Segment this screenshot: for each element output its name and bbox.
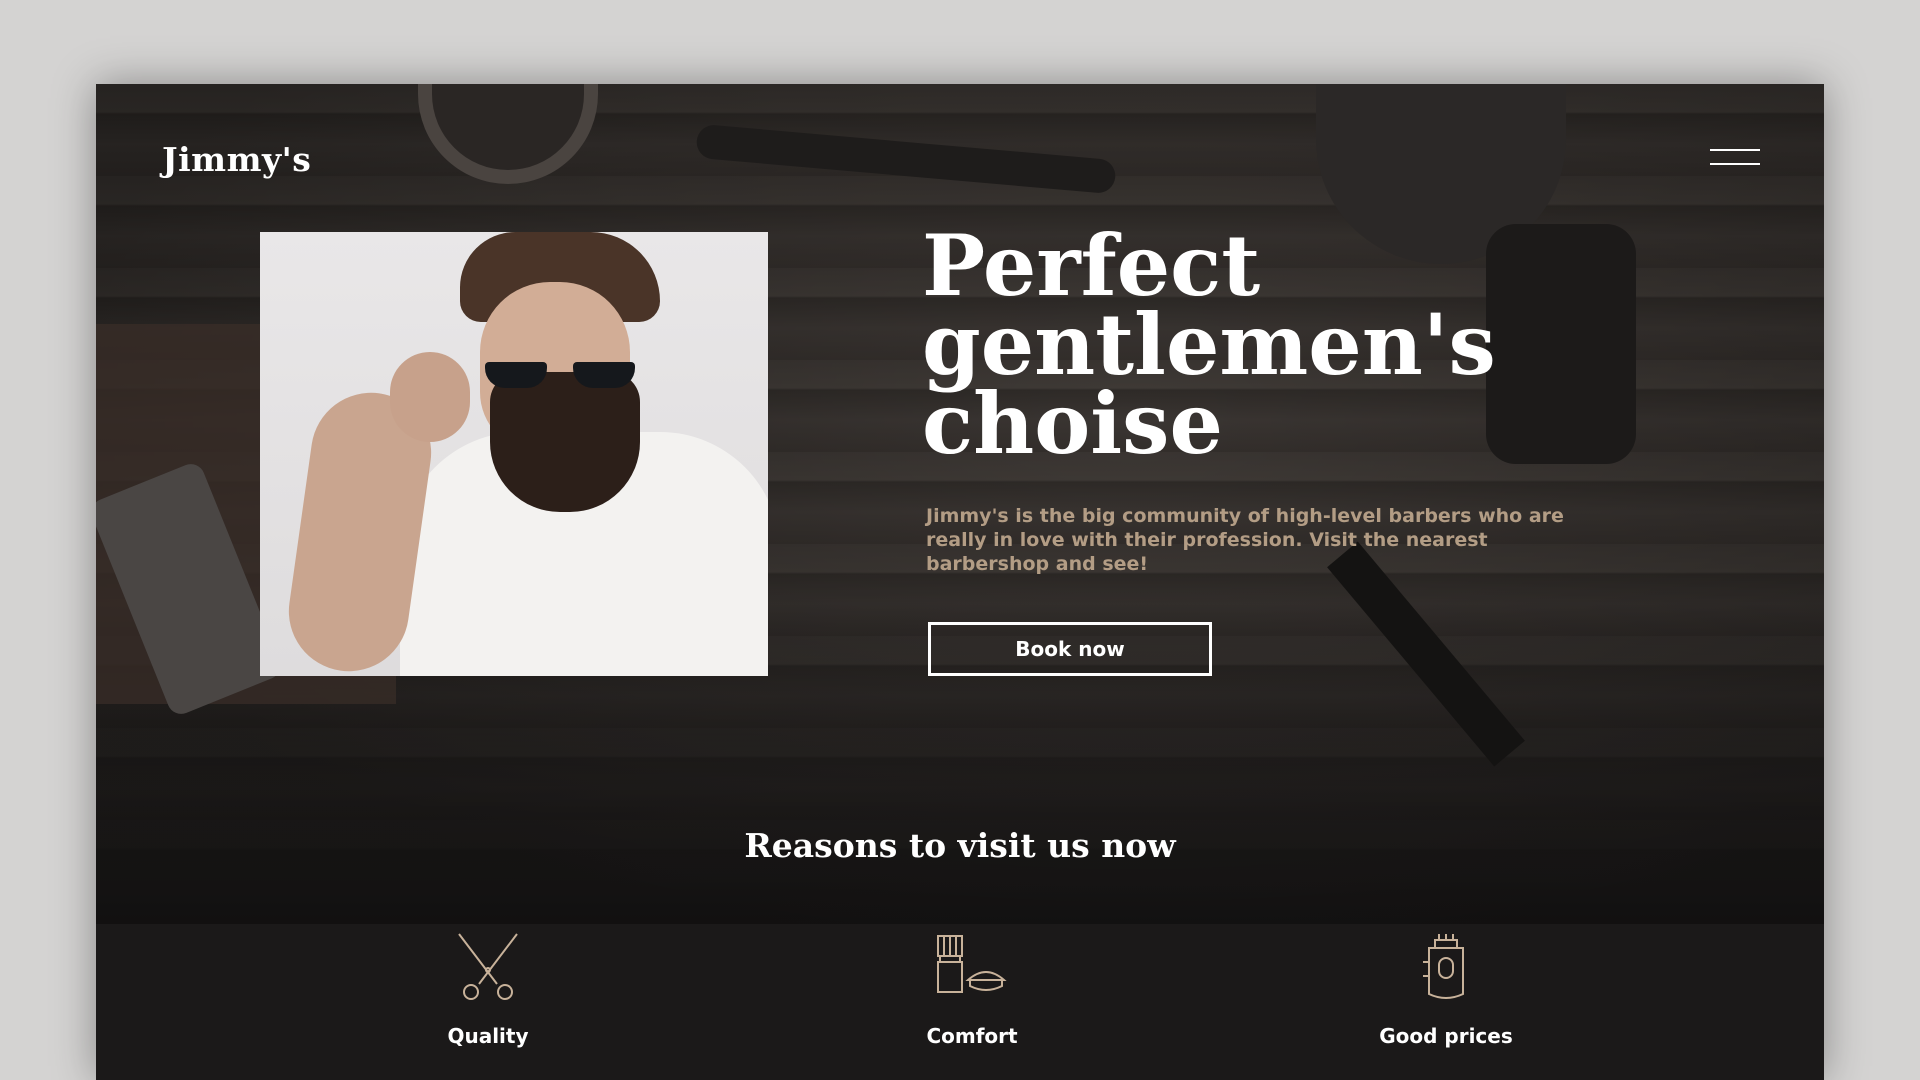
photo-sunglasses <box>485 362 635 388</box>
hamburger-menu-icon[interactable] <box>1710 146 1760 168</box>
feature-quality: Quality <box>368 932 608 1048</box>
feature-label: Quality <box>447 1024 529 1048</box>
reasons-title: Reasons to visit us now <box>744 826 1176 865</box>
menu-line <box>1710 163 1760 165</box>
hero-title-line: gentlemen's <box>922 295 1496 394</box>
menu-line <box>1710 149 1760 151</box>
page-frame: Jimmy's Perfect gentlemen's choise Jimmy… <box>96 84 1824 1080</box>
hair-clipper-icon <box>1423 934 1464 999</box>
photo-hand <box>390 352 470 442</box>
hero-title-line: Perfect <box>922 216 1261 315</box>
hero-title: Perfect gentlemen's choise <box>922 216 1622 473</box>
logo[interactable]: Jimmy's <box>162 140 311 179</box>
shaving-brush-icon <box>937 935 1007 993</box>
hero-title-line: choise <box>922 374 1223 473</box>
photo-beard <box>490 372 640 512</box>
feature-comfort: Comfort <box>852 932 1092 1048</box>
book-now-button[interactable]: Book now <box>928 622 1212 676</box>
scissors-icon <box>458 933 518 1000</box>
feature-label: Good prices <box>1379 1024 1513 1048</box>
feature-good-prices: Good prices <box>1326 932 1566 1048</box>
hero-photo <box>260 232 768 676</box>
feature-label: Comfort <box>926 1024 1018 1048</box>
hero-description: Jimmy's is the big community of high-lev… <box>926 505 1564 575</box>
